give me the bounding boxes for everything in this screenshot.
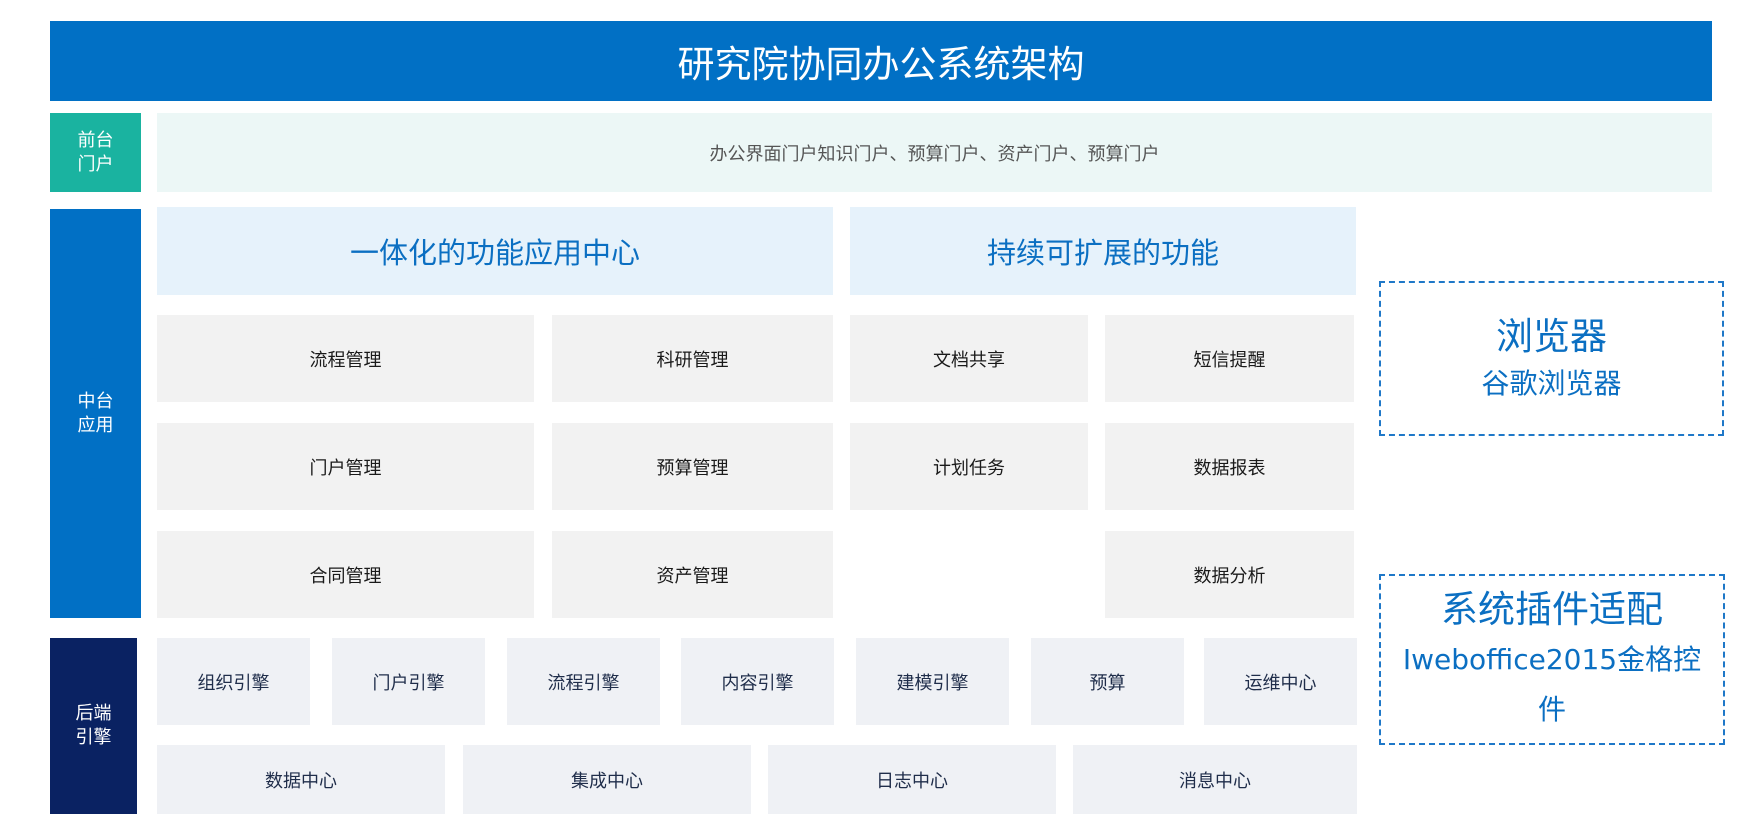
function-box: 合同管理: [157, 531, 534, 618]
engine-box: 内容引擎: [681, 638, 834, 725]
engine-box: 门户引擎: [332, 638, 485, 725]
function-box: 门户管理: [157, 423, 534, 510]
layer-label-frontend-line1: 前台: [77, 129, 114, 151]
layer-label-backend-line1: 后端: [75, 703, 112, 724]
engine-box: 流程引擎: [507, 638, 660, 725]
layer-label-backend-line2: 引擎: [75, 727, 112, 748]
engine-box: 日志中心: [768, 745, 1056, 814]
section-header-extensible: 持续可扩展的功能: [850, 207, 1356, 295]
engine-box: 消息中心: [1073, 745, 1357, 814]
browser-panel-subtitle: 谷歌浏览器: [1481, 366, 1622, 400]
engine-box: 数据中心: [157, 745, 445, 814]
plugin-panel-title: 系统插件适配: [1441, 587, 1663, 631]
layer-label-middle-line1: 中台: [77, 390, 114, 412]
function-box: 预算管理: [552, 423, 833, 510]
engine-box: 建模引擎: [856, 638, 1009, 725]
section-header-integrated: 一体化的功能应用中心: [157, 207, 833, 295]
function-box: 短信提醒: [1105, 315, 1354, 402]
plugin-panel: 系统插件适配 Iweboffice2015金格控件: [1379, 574, 1725, 745]
browser-panel-title: 浏览器: [1496, 314, 1607, 358]
diagram-title: 研究院协同办公系统架构: [50, 21, 1712, 101]
layer-label-frontend-line2: 门户: [77, 153, 114, 175]
layer-label-frontend: 前台 门户: [50, 113, 141, 192]
plugin-panel-subtitle: Iweboffice2015金格控件: [1402, 642, 1702, 726]
engine-box: 组织引擎: [157, 638, 310, 725]
browser-panel: 浏览器 谷歌浏览器: [1379, 281, 1724, 436]
function-box: 科研管理: [552, 315, 833, 402]
engine-box: 集成中心: [463, 745, 751, 814]
function-box: 文档共享: [850, 315, 1088, 402]
portal-band: 办公界面门户知识门户、预算门户、资产门户、预算门户: [157, 113, 1712, 192]
function-box: 资产管理: [552, 531, 833, 618]
function-box: 数据报表: [1105, 423, 1354, 510]
layer-label-middle: 中台 应用: [50, 209, 141, 618]
engine-box: 预算: [1031, 638, 1184, 725]
layer-label-backend: 后端 引擎: [50, 638, 137, 814]
layer-label-middle-line2: 应用: [77, 414, 114, 436]
function-box: 数据分析: [1105, 531, 1354, 618]
engine-box: 运维中心: [1204, 638, 1357, 725]
function-box: 计划任务: [850, 423, 1088, 510]
function-box: 流程管理: [157, 315, 534, 402]
